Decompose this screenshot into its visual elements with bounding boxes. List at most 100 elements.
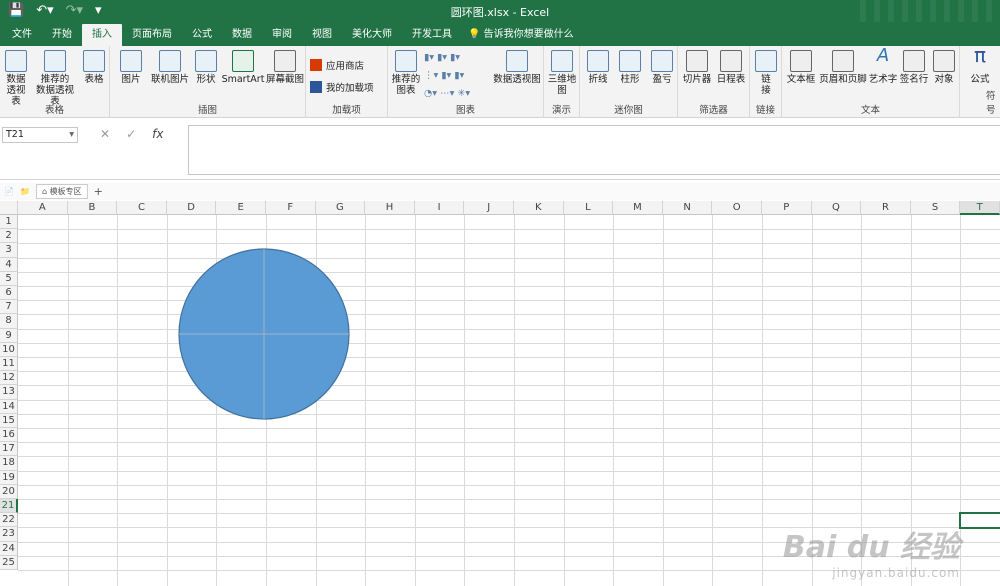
cancel-icon[interactable]: ✕ xyxy=(100,127,110,143)
row-header-16[interactable]: 16 xyxy=(0,428,18,443)
column-header-R[interactable]: R xyxy=(861,201,911,215)
row-header-22[interactable]: 22 xyxy=(0,513,18,528)
add-tab-icon[interactable]: + xyxy=(94,185,103,198)
selected-cell[interactable] xyxy=(959,512,1000,529)
column-header-F[interactable]: F xyxy=(266,201,316,215)
column-header-D[interactable]: D xyxy=(166,201,217,215)
bar-chart-dropdown[interactable]: ⋮▾ ▮▾ ▮▾ xyxy=(424,70,464,81)
column-header-H[interactable]: H xyxy=(365,201,415,215)
sparkline-column-button[interactable]: 柱形 xyxy=(616,50,644,85)
row-header-14[interactable]: 14 xyxy=(0,399,18,414)
row-header-13[interactable]: 13 xyxy=(0,385,18,400)
row-header-3[interactable]: 3 xyxy=(0,243,18,258)
equation-button[interactable]: π 公式 xyxy=(962,45,998,85)
online-picture-button[interactable]: 联机图片 xyxy=(148,50,192,85)
object-button[interactable]: 对象 xyxy=(930,50,958,85)
row-header-20[interactable]: 20 xyxy=(0,484,18,499)
smartart-button[interactable]: SmartArt xyxy=(220,50,266,85)
column-header-Q[interactable]: Q xyxy=(811,201,862,215)
column-header-J[interactable]: J xyxy=(464,201,514,215)
recommended-charts-button[interactable]: 推荐的 图表 xyxy=(390,50,422,96)
3d-map-button[interactable]: 三维地 图 xyxy=(546,50,578,96)
row-header-7[interactable]: 7 xyxy=(0,300,18,315)
column-header-I[interactable]: I xyxy=(414,201,465,215)
tell-me-box[interactable]: 💡 告诉我你想要做什么 xyxy=(462,24,580,46)
tab-review[interactable]: 审阅 xyxy=(262,24,302,46)
row-header-6[interactable]: 6 xyxy=(0,286,18,301)
sparkline-column-label: 柱形 xyxy=(620,74,640,85)
row-header-18[interactable]: 18 xyxy=(0,456,18,471)
header-footer-icon xyxy=(832,50,854,72)
row-header-24[interactable]: 24 xyxy=(0,541,18,556)
my-addins-button[interactable]: 我的加载项 xyxy=(310,80,374,94)
pivot-table-button[interactable]: 数据 透视表 xyxy=(2,50,30,107)
pie-chart-dropdown[interactable]: ◔▾ ⋯▾ ✳▾ xyxy=(424,88,470,99)
sparkline-winloss-button[interactable]: 盈亏 xyxy=(648,50,676,85)
column-header-L[interactable]: L xyxy=(563,201,614,215)
row-header-4[interactable]: 4 xyxy=(0,257,18,272)
row-header-19[interactable]: 19 xyxy=(0,470,18,485)
signature-line-button[interactable]: 签名行 xyxy=(898,50,930,85)
screenshot-button[interactable]: 屏幕截图 xyxy=(266,50,304,85)
circle-shape[interactable] xyxy=(178,248,350,420)
row-header-23[interactable]: 23 xyxy=(0,527,18,542)
picture-icon xyxy=(120,50,142,72)
column-header-P[interactable]: P xyxy=(762,201,812,215)
store-button[interactable]: 应用商店 xyxy=(310,58,364,72)
column-header-O[interactable]: O xyxy=(712,201,762,215)
column-header-C[interactable]: C xyxy=(117,201,167,215)
row-header-12[interactable]: 12 xyxy=(0,371,18,386)
column-header-B[interactable]: B xyxy=(67,201,118,215)
new-file-icon[interactable]: 📄 xyxy=(4,187,14,196)
textbox-button[interactable]: 文本框 xyxy=(784,50,818,85)
tab-home[interactable]: 开始 xyxy=(42,24,82,46)
tab-view[interactable]: 视图 xyxy=(302,24,342,46)
column-header-S[interactable]: S xyxy=(910,201,961,215)
column-header-M[interactable]: M xyxy=(613,201,663,215)
select-all-corner[interactable] xyxy=(0,201,18,215)
wordart-button[interactable]: A 艺术字 xyxy=(868,47,898,86)
column-chart-dropdown[interactable]: ▮▾ ▮▾ ▮▾ xyxy=(424,52,460,63)
fx-icon[interactable]: fx xyxy=(152,127,163,143)
tab-page-layout[interactable]: 页面布局 xyxy=(122,24,182,46)
row-header-25[interactable]: 25 xyxy=(0,555,18,570)
column-header-E[interactable]: E xyxy=(216,201,266,215)
folder-icon[interactable]: 📁 xyxy=(20,187,30,196)
row-header-2[interactable]: 2 xyxy=(0,229,18,244)
enter-icon[interactable]: ✓ xyxy=(126,127,136,143)
header-footer-button[interactable]: 页眉和页脚 xyxy=(818,50,868,85)
row-header-21[interactable]: 21 xyxy=(0,499,18,514)
row-header-9[interactable]: 9 xyxy=(0,328,18,343)
gridline-vertical xyxy=(712,215,714,586)
shapes-button[interactable]: 形状 xyxy=(192,50,220,85)
column-header-A[interactable]: A xyxy=(18,201,68,215)
row-header-11[interactable]: 11 xyxy=(0,357,18,372)
sparkline-line-button[interactable]: 折线 xyxy=(584,50,612,85)
row-header-5[interactable]: 5 xyxy=(0,271,18,286)
name-box[interactable]: T21 ▾ xyxy=(2,127,78,143)
tab-developer[interactable]: 开发工具 xyxy=(402,24,462,46)
slicer-button[interactable]: 切片器 xyxy=(680,50,714,85)
recommended-pivot-button[interactable]: 推荐的 数据透视表 xyxy=(32,50,78,107)
tab-beautify[interactable]: 美化大师 xyxy=(342,24,402,46)
tab-data[interactable]: 数据 xyxy=(222,24,262,46)
template-tab[interactable]: ⌂ 模板专区 xyxy=(35,184,88,199)
row-header-8[interactable]: 8 xyxy=(0,314,18,329)
row-header-10[interactable]: 10 xyxy=(0,342,18,357)
tab-formulas[interactable]: 公式 xyxy=(182,24,222,46)
formula-input[interactable] xyxy=(188,125,1000,175)
row-header-1[interactable]: 1 xyxy=(0,215,18,230)
picture-button[interactable]: 图片 xyxy=(116,50,146,85)
column-header-G[interactable]: G xyxy=(315,201,366,215)
pivot-chart-button[interactable]: 数据透视图 xyxy=(492,50,542,85)
row-header-17[interactable]: 17 xyxy=(0,442,18,457)
table-button[interactable]: 表格 xyxy=(80,50,108,85)
row-header-15[interactable]: 15 xyxy=(0,413,18,428)
column-header-K[interactable]: K xyxy=(514,201,564,215)
column-header-T[interactable]: T xyxy=(960,201,1000,215)
column-header-N[interactable]: N xyxy=(662,201,713,215)
tab-insert[interactable]: 插入 xyxy=(82,24,122,46)
timeline-button[interactable]: 日程表 xyxy=(714,50,748,85)
hyperlink-button[interactable]: 链 接 xyxy=(752,50,780,96)
tab-file[interactable]: 文件 xyxy=(2,24,42,46)
